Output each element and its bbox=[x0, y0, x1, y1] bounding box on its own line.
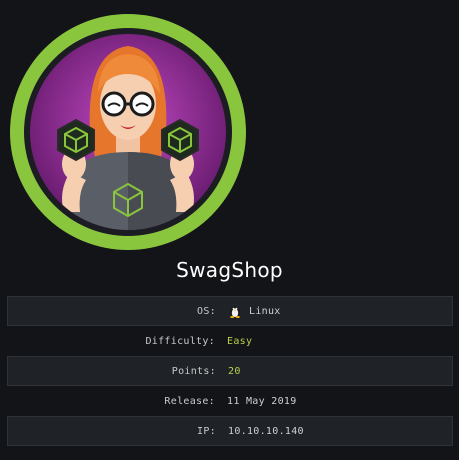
hacker-girl-avatar-icon bbox=[10, 14, 246, 250]
info-row-release: Release: 11 May 2019 bbox=[7, 386, 453, 416]
info-label-ip: IP: bbox=[197, 425, 216, 437]
info-label-points: Points: bbox=[171, 365, 216, 377]
info-row-os: OS: Linux bbox=[7, 296, 453, 326]
machine-name: SwagShop bbox=[176, 258, 283, 282]
info-row-difficulty: Difficulty: Easy bbox=[7, 326, 453, 356]
info-value-release: 11 May 2019 bbox=[227, 395, 297, 407]
info-row-ip: IP: 10.10.10.140 bbox=[7, 416, 453, 446]
info-value-os: Linux bbox=[228, 304, 281, 318]
info-row-points: Points: 20 bbox=[7, 356, 453, 386]
machine-info-table: OS: Linux Difficulty: Easy Points: 20 Re… bbox=[7, 296, 453, 446]
info-value-ip: 10.10.10.140 bbox=[228, 425, 304, 437]
info-label-difficulty: Difficulty: bbox=[145, 335, 215, 347]
machine-avatar bbox=[8, 12, 248, 252]
machine-card: SwagShop OS: Linux Difficulty: Easy Poin… bbox=[0, 0, 459, 460]
info-label-release: Release: bbox=[164, 395, 215, 407]
info-value-os-text: Linux bbox=[249, 305, 281, 317]
tux-linux-icon bbox=[230, 306, 240, 318]
info-value-difficulty: Easy bbox=[227, 335, 253, 347]
info-label-os: OS: bbox=[197, 305, 216, 317]
info-value-points: 20 bbox=[228, 365, 241, 377]
